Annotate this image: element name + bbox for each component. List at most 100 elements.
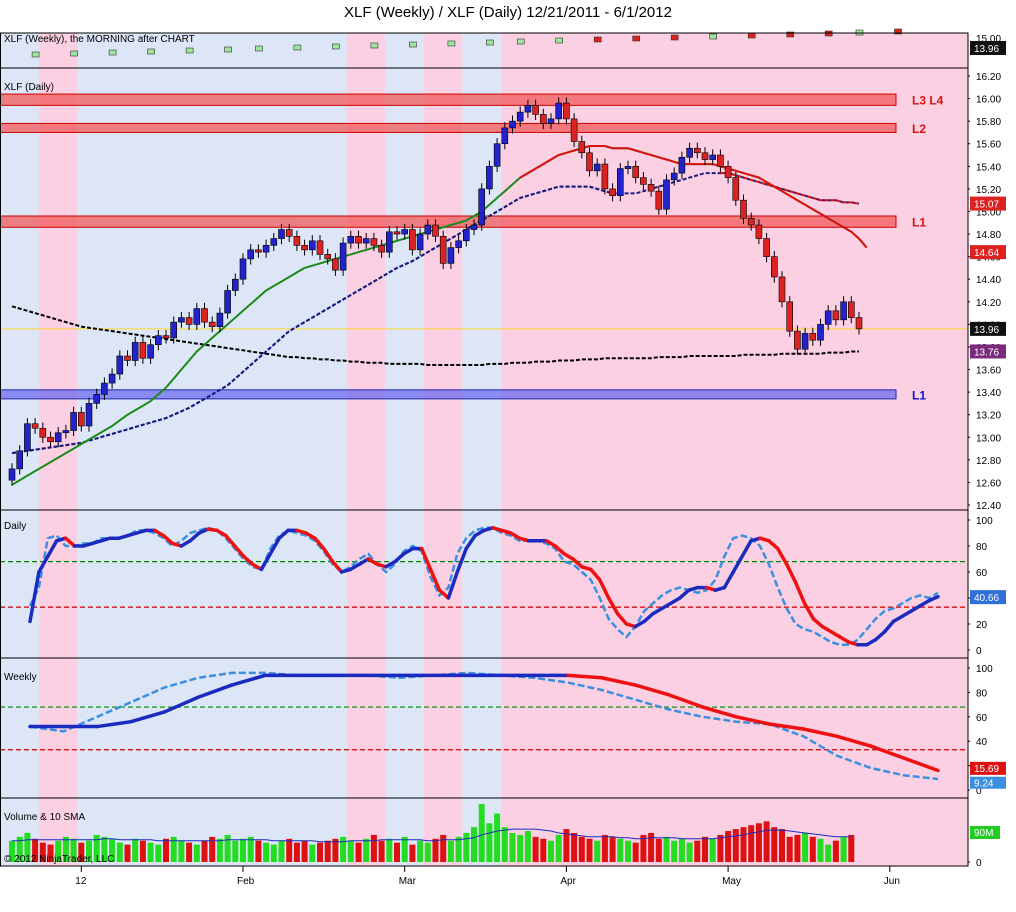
- volume-bar: [771, 827, 778, 862]
- price-value-tag-text: 14.64: [974, 248, 999, 259]
- volume-bar: [578, 836, 585, 862]
- regime-band-bull: [462, 658, 501, 798]
- volume-bar: [370, 834, 377, 862]
- candle-up: [62, 430, 70, 434]
- candle-up: [85, 403, 93, 427]
- volume-bar: [524, 831, 531, 862]
- price-tick-label: 15.40: [976, 162, 1001, 173]
- osc-tick-label: 0: [976, 646, 982, 657]
- volume-bar: [802, 832, 809, 862]
- regime-band-bear: [423, 658, 463, 798]
- volume-bar: [278, 840, 285, 862]
- volume-bar: [155, 844, 162, 862]
- candle-up: [593, 163, 601, 172]
- weekly-stoch-title: Weekly: [4, 672, 37, 683]
- candle-up: [362, 238, 370, 244]
- x-tick-label: May: [722, 876, 741, 887]
- volume-bar: [848, 834, 855, 862]
- volume-bar: [740, 827, 747, 862]
- price-tick-label: 14.80: [976, 230, 1001, 241]
- volume-bar: [663, 836, 670, 862]
- regime-band-bull: [462, 33, 501, 68]
- price-tick-label: 16.00: [976, 95, 1001, 106]
- regime-band-bull: [385, 510, 424, 658]
- regime-band-bear: [346, 68, 386, 510]
- volume-bar: [832, 840, 839, 862]
- candle-down: [655, 190, 663, 210]
- volume-bar: [116, 842, 123, 862]
- candle-up: [616, 168, 624, 196]
- candle-up: [493, 143, 501, 167]
- candle-down: [293, 236, 301, 246]
- chart-canvas[interactable]: L3 L4 L2 L1 L1 12.40 12.60 12.80 13.00 13.20 13.…: [0, 0, 1016, 912]
- volume-bar: [309, 844, 316, 862]
- volume-bar: [163, 838, 169, 862]
- volume-bar: [247, 836, 254, 862]
- candle-up: [178, 317, 185, 323]
- x-tick-label: Feb: [237, 876, 255, 887]
- candle-up: [131, 342, 139, 361]
- candle-up: [486, 166, 493, 190]
- candle-up: [270, 238, 278, 246]
- candle-up: [216, 312, 224, 327]
- candle-up: [670, 172, 678, 181]
- regime-band-bull: [462, 68, 501, 510]
- volume-bar: [386, 838, 393, 862]
- volume-bar: [732, 829, 739, 862]
- volume-bar: [763, 821, 770, 862]
- candle-up: [516, 111, 524, 122]
- x-tick-label: Jun: [884, 876, 900, 887]
- price-tick-label: 15.60: [976, 140, 1001, 151]
- volume-bar: [394, 842, 400, 862]
- volume-bar: [755, 823, 762, 862]
- volume-bar: [463, 832, 470, 862]
- volume-bar: [532, 836, 539, 862]
- volume-bar: [486, 823, 493, 862]
- volume-bar: [347, 840, 354, 862]
- price-value-tag-text: 13.76: [974, 347, 999, 358]
- regime-band-bear: [423, 510, 463, 658]
- weekly-candle-marker: [709, 33, 718, 40]
- regime-band-bear: [500, 510, 968, 658]
- weekly-candle-marker: [593, 36, 602, 43]
- candle-down: [139, 342, 147, 359]
- volume-bar: [694, 840, 701, 862]
- regime-shading: [0, 33, 968, 866]
- weekly-candle-marker: [108, 49, 117, 56]
- volume-bar: [440, 834, 447, 862]
- candle-up: [347, 236, 355, 244]
- candle-up: [224, 290, 231, 314]
- osc-tick-label: 100: [976, 664, 993, 675]
- candle-down: [747, 217, 755, 226]
- candle-down: [47, 436, 54, 443]
- candle-up: [70, 412, 77, 431]
- volume-bar: [571, 832, 578, 862]
- level-band: [0, 93, 897, 106]
- candle-up: [308, 240, 316, 251]
- weekly-main-tag-text: 15.69: [974, 764, 999, 775]
- volume-bar: [786, 836, 793, 862]
- weekly-candle-marker: [747, 32, 756, 39]
- regime-band-bull: [0, 68, 39, 510]
- volume-bar: [509, 832, 516, 862]
- volume-bar: [794, 834, 801, 862]
- candle-up: [247, 249, 254, 260]
- candle-down: [78, 412, 85, 427]
- price-tick-label: 12.80: [976, 456, 1001, 467]
- volume-bar: [594, 840, 601, 862]
- regime-band-bear: [346, 658, 386, 798]
- candle-up: [817, 324, 824, 341]
- candle-down: [601, 163, 609, 190]
- volume-bar: [686, 842, 693, 862]
- volume-bar: [409, 844, 416, 862]
- candle-up: [663, 179, 670, 210]
- volume-bar: [317, 842, 323, 862]
- regime-band-bear: [500, 658, 968, 798]
- candle-up: [401, 229, 409, 235]
- candle-down: [732, 177, 740, 201]
- price-value-tag-text: 15.07: [974, 200, 999, 211]
- volume-bar: [186, 842, 193, 862]
- volume-bar: [825, 844, 832, 862]
- candle-down: [578, 141, 586, 154]
- price-tick-label: 12.60: [976, 478, 1001, 489]
